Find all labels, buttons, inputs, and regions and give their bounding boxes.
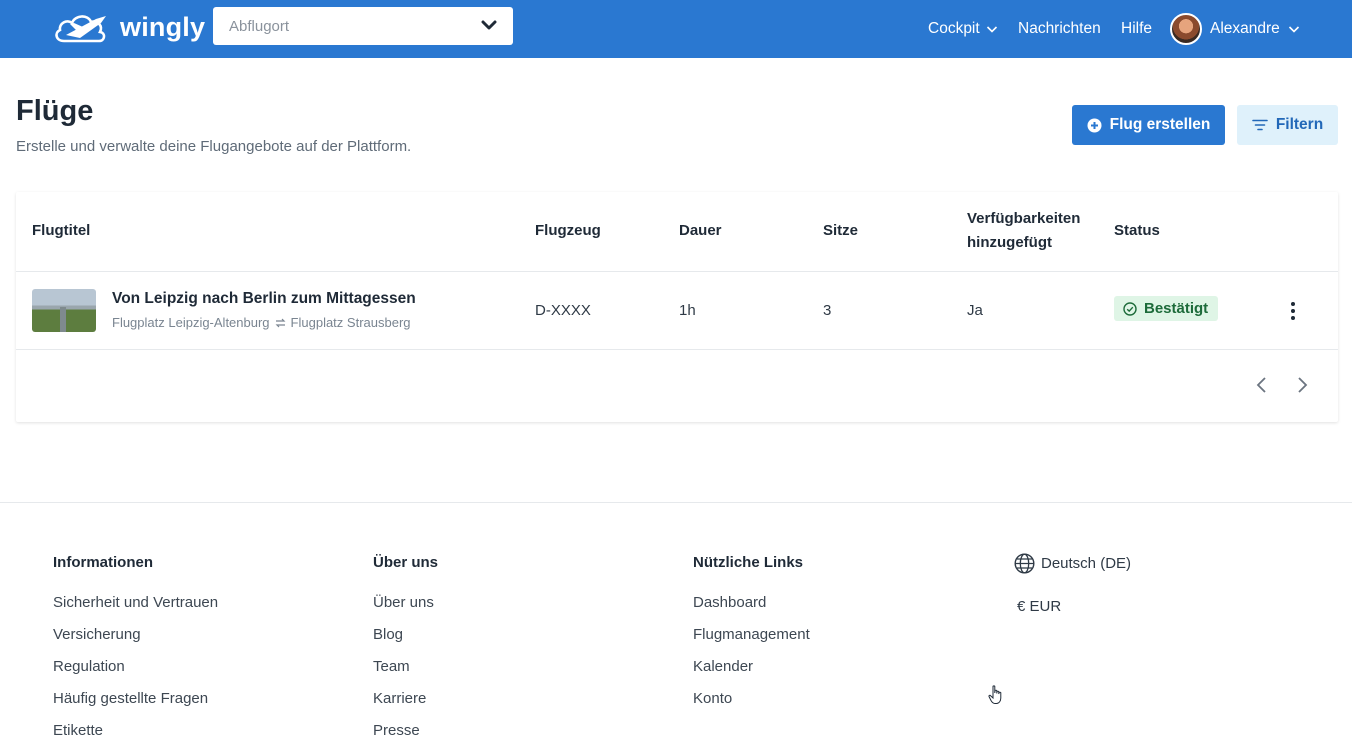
chevron-left-icon[interactable] bbox=[1252, 375, 1272, 395]
chevron-down-icon bbox=[986, 26, 997, 33]
page-subtitle: Erstelle und verwalte deine Flugangebote… bbox=[16, 138, 412, 155]
footer-heading: Über uns bbox=[373, 554, 439, 571]
create-flight-label: Flug erstellen bbox=[1109, 116, 1211, 133]
nav-messages-link[interactable]: Nachrichten bbox=[1018, 0, 1101, 58]
create-flight-button[interactable]: Flug erstellen bbox=[1072, 105, 1225, 145]
brand-name: wingly bbox=[120, 11, 206, 42]
flight-title[interactable]: Von Leipzig nach Berlin zum Mittagessen bbox=[112, 290, 416, 308]
footer-column-informationen: Informationen Sicherheit und Vertrauen V… bbox=[53, 553, 218, 736]
footer-link-account[interactable]: Konto bbox=[693, 689, 810, 708]
language-label: Deutsch (DE) bbox=[1041, 555, 1132, 572]
footer-link-etiquette[interactable]: Etikette bbox=[53, 721, 218, 736]
footer-link-about[interactable]: Über uns bbox=[373, 593, 438, 612]
nav-help-label: Hilfe bbox=[1121, 20, 1153, 37]
footer-link-faq[interactable]: Häufig gestellte Fragen bbox=[53, 689, 218, 708]
plus-circle-icon bbox=[1087, 118, 1102, 132]
nav-help-link[interactable]: Hilfe bbox=[1121, 0, 1152, 58]
departure-placeholder: Abflugort bbox=[229, 18, 290, 35]
status-badge: Bestätigt bbox=[1114, 296, 1219, 321]
footer-link-safety[interactable]: Sicherheit und Vertrauen bbox=[53, 593, 218, 612]
footer-link-careers[interactable]: Karriere bbox=[373, 689, 438, 708]
row-divider bbox=[16, 349, 1338, 350]
cell-aircraft: D-XXXX bbox=[535, 302, 591, 319]
departure-select[interactable]: Abflugort bbox=[213, 7, 513, 45]
flights-table: Flugtitel Flugzeug Dauer Sitze Verfügbar… bbox=[16, 192, 1338, 422]
nav-messages-label: Nachrichten bbox=[1018, 20, 1101, 37]
footer-column-useful-links: Nützliche Links Dashboard Flugmanagement… bbox=[693, 553, 810, 721]
globe-icon bbox=[1014, 553, 1035, 574]
flight-thumbnail bbox=[32, 289, 96, 332]
cell-availability: Ja bbox=[967, 302, 983, 319]
column-header-aircraft: Flugzeug bbox=[535, 222, 601, 239]
chevron-right-icon[interactable] bbox=[1292, 375, 1312, 395]
user-menu[interactable]: Alexandre bbox=[1170, 0, 1300, 58]
flight-route: Flugplatz Leipzig-Altenburg Flugplatz St… bbox=[112, 315, 411, 330]
cell-seats: 3 bbox=[823, 302, 832, 319]
footer-divider bbox=[0, 502, 1352, 503]
check-circle-icon bbox=[1123, 301, 1137, 316]
footer-link-regulation[interactable]: Regulation bbox=[53, 657, 218, 676]
footer-link-flight-management[interactable]: Flugmanagement bbox=[693, 625, 810, 644]
chevron-down-icon bbox=[1288, 26, 1299, 33]
footer-heading: Informationen bbox=[53, 554, 153, 571]
language-selector[interactable]: Deutsch (DE) bbox=[1014, 553, 1131, 574]
filter-label: Filtern bbox=[1275, 116, 1324, 133]
footer-link-calendar[interactable]: Kalender bbox=[693, 657, 810, 676]
footer-link-dashboard[interactable]: Dashboard bbox=[693, 593, 810, 612]
cloud-plane-icon bbox=[55, 15, 106, 43]
column-header-status: Status bbox=[1114, 222, 1160, 239]
top-navigation-bar: wingly Abflugort Cockpit Nachrichten Hil… bbox=[0, 0, 1352, 58]
footer-link-insurance[interactable]: Versicherung bbox=[53, 625, 218, 644]
avatar bbox=[1170, 13, 1202, 45]
hand-pointer-cursor-icon bbox=[988, 685, 1002, 704]
filter-lines-icon bbox=[1252, 119, 1268, 131]
nav-cockpit-menu[interactable]: Cockpit bbox=[928, 0, 998, 58]
filter-button[interactable]: Filtern bbox=[1237, 105, 1338, 145]
status-label: Bestätigt bbox=[1144, 300, 1209, 317]
footer-link-team[interactable]: Team bbox=[373, 657, 438, 676]
column-header-title: Flugtitel bbox=[32, 222, 91, 239]
swap-arrows-icon bbox=[275, 318, 285, 327]
route-to: Flugplatz Strausberg bbox=[290, 315, 411, 330]
currency-selector[interactable]: € EUR bbox=[1017, 598, 1061, 615]
footer-heading: Nützliche Links bbox=[693, 554, 804, 571]
footer-column-about: Über uns Über uns Blog Team Karriere Pre… bbox=[373, 553, 438, 736]
user-name: Alexandre bbox=[1210, 20, 1280, 37]
footer-link-blog[interactable]: Blog bbox=[373, 625, 438, 644]
row-more-options-icon[interactable] bbox=[1286, 300, 1300, 322]
nav-cockpit-label: Cockpit bbox=[928, 20, 980, 37]
column-header-availability: Verfügbarkeiten hinzugefügt bbox=[967, 207, 1080, 255]
column-header-duration: Dauer bbox=[679, 222, 722, 239]
column-header-seats: Sitze bbox=[823, 222, 859, 239]
route-from: Flugplatz Leipzig-Altenburg bbox=[112, 315, 270, 330]
cell-duration: 1h bbox=[679, 302, 696, 319]
footer-link-press[interactable]: Presse bbox=[373, 721, 438, 736]
page-title: Flüge bbox=[16, 95, 94, 127]
column-header-availability-line2: hinzugefügt bbox=[967, 234, 1052, 251]
chevron-down-icon bbox=[481, 20, 497, 30]
column-header-availability-line1: Verfügbarkeiten bbox=[967, 210, 1081, 227]
wingly-logo[interactable]: wingly bbox=[52, 8, 205, 46]
header-divider bbox=[16, 271, 1338, 272]
